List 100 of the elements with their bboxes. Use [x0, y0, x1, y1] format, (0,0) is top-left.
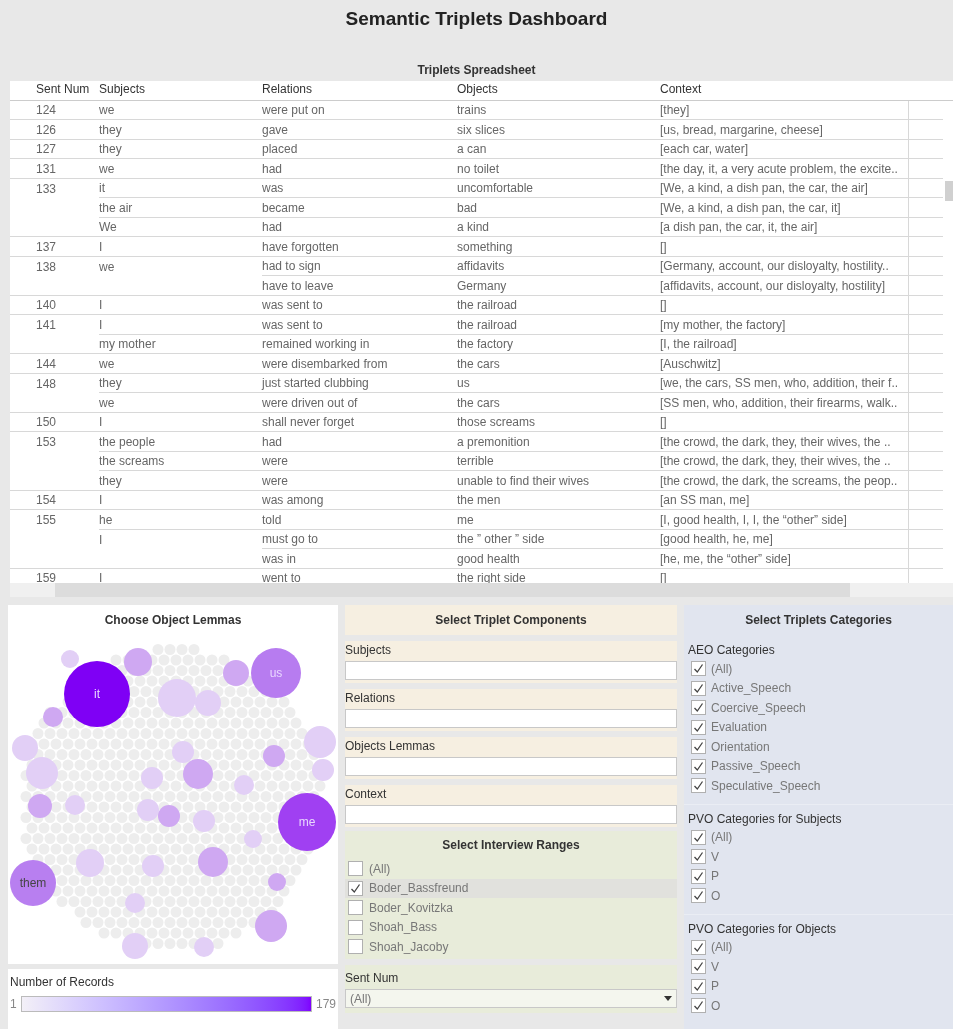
table-cell-text: [my mother, the factory] [660, 316, 786, 334]
checkbox[interactable] [691, 758, 706, 774]
table-cell-text: was sent to [262, 297, 323, 315]
checkbox[interactable] [691, 680, 706, 696]
checkbox[interactable] [348, 900, 363, 916]
table-cell-text: I [99, 570, 103, 588]
dropdown[interactable]: (All) [345, 989, 677, 1008]
table-cell-text: was among [262, 492, 324, 510]
group-title: PVO Categories for Subjects [688, 810, 843, 828]
table-cell-text: [Germany, account, our disloyalty, hostility.. [660, 258, 889, 276]
checkbox[interactable] [691, 939, 706, 955]
column-header: Subjects [99, 80, 147, 98]
checkbox[interactable] [691, 959, 706, 975]
table-cell-text: [an SS man, me] [660, 492, 750, 510]
table-cell-text: just started clubbing [262, 375, 369, 393]
bubble-label[interactable]: them [19, 876, 47, 890]
table-cell-text: must go to [262, 531, 319, 549]
horizontal-scrollbar[interactable] [10, 583, 953, 597]
check-icon [693, 890, 704, 902]
checkbox[interactable] [691, 888, 706, 904]
checkbox[interactable] [691, 978, 706, 994]
check-icon [693, 741, 704, 753]
table-cell-text: shall never forget [262, 414, 355, 432]
bubble-label[interactable]: it [94, 687, 100, 701]
check-icon [693, 851, 704, 863]
table-cell-text: [I, the railroad] [660, 336, 737, 354]
bubble-label[interactable]: me [298, 815, 316, 829]
check-icon [693, 682, 704, 694]
table-cell-text: [the crowd, the dark, they, their wives, the .. [660, 433, 891, 451]
table-cell-text: 127 [36, 141, 57, 159]
group-title: AEO Categories [688, 642, 776, 659]
table-cell-text: had to sign [262, 258, 321, 276]
table-cell-text: was in [262, 550, 296, 568]
table-cell-text: 155 [36, 512, 57, 530]
table-cell-text: affidavits [457, 258, 505, 276]
bubble-label[interactable]: us [269, 666, 283, 680]
table-cell-text: [Auschwitz] [660, 355, 721, 373]
table-cell-text: the cars [457, 394, 500, 412]
field-label: Relations [345, 690, 397, 707]
checkbox[interactable] [348, 861, 363, 877]
table-cell-text: told [262, 511, 282, 529]
dashboard-title: Semantic Triplets Dashboard [345, 7, 608, 32]
checkbox[interactable] [691, 849, 706, 865]
section-title: Select Interview Ranges [442, 837, 580, 854]
checkbox[interactable] [691, 998, 706, 1014]
table-cell-text: a premonition [457, 433, 530, 451]
table-cell-text: 153 [36, 434, 57, 452]
table-cell-text: we [99, 102, 115, 120]
table-cell-text: [We, a kind, a dish pan, the car, the air] [660, 180, 868, 198]
checkbox[interactable] [691, 661, 706, 677]
table-cell-text: terrible [457, 453, 494, 471]
checkbox[interactable] [691, 868, 706, 884]
table-cell-text: a kind [457, 219, 490, 237]
checkbox[interactable] [691, 739, 706, 755]
checkbox[interactable] [691, 719, 706, 735]
filter-label: Boder_Kovitzka [369, 899, 454, 917]
input-field[interactable] [345, 661, 677, 680]
check-icon [693, 961, 704, 973]
check-icon [693, 721, 704, 733]
table-cell-text: were driven out of [262, 394, 358, 412]
table-cell-text: the air [99, 199, 133, 217]
table-cell-text: were put on [262, 102, 325, 120]
table-cell-text: were [262, 453, 288, 471]
vertical-scrollbar[interactable] [945, 180, 953, 201]
table-cell-text: [good health, he, me] [660, 531, 773, 549]
table-cell-text: 150 [36, 414, 57, 432]
checkbox[interactable] [348, 939, 363, 955]
input-field[interactable] [345, 805, 677, 824]
check-icon [693, 980, 704, 992]
table-cell-text: [us, bread, margarine, cheese] [660, 121, 823, 139]
input-field[interactable] [345, 757, 677, 776]
checkbox[interactable] [348, 919, 363, 935]
input-field[interactable] [345, 709, 677, 728]
table-cell-text: uncomfortable [457, 180, 534, 198]
filter-label: V [711, 958, 719, 976]
checkbox[interactable] [691, 700, 706, 716]
legend-max: 179 [315, 996, 336, 1013]
table-cell-text: were [262, 472, 288, 490]
table-cell-text: 138 [36, 258, 57, 276]
checkbox[interactable] [691, 829, 706, 845]
table-cell-text: 148 [36, 375, 57, 393]
table-cell-text: we [99, 160, 115, 178]
filter-label: Passive_Speech [711, 758, 801, 776]
table-cell-text: we [99, 258, 115, 276]
filter-label: Orientation [711, 738, 770, 756]
table-cell-text: remained working in [262, 336, 370, 354]
table-cell-text: they [99, 121, 122, 139]
panel-title: Select Triplet Components [435, 612, 587, 629]
table-cell-text: had [262, 433, 283, 451]
field-label: Subjects [345, 642, 393, 659]
table-cell-text: [SS men, who, addition, their firearms, walk.. [660, 394, 898, 412]
field-label: Sent Num [345, 970, 400, 987]
panel-title: Select Triplets Categories [745, 612, 892, 629]
field-label: Objects Lemmas [345, 738, 437, 755]
checkbox[interactable] [348, 880, 363, 896]
table-cell-text: 133 [36, 180, 57, 198]
table-cell-text: six slices [457, 121, 505, 139]
checkbox[interactable] [691, 778, 706, 794]
filter-label: (All) [711, 829, 733, 847]
filter-label: O [711, 997, 721, 1015]
